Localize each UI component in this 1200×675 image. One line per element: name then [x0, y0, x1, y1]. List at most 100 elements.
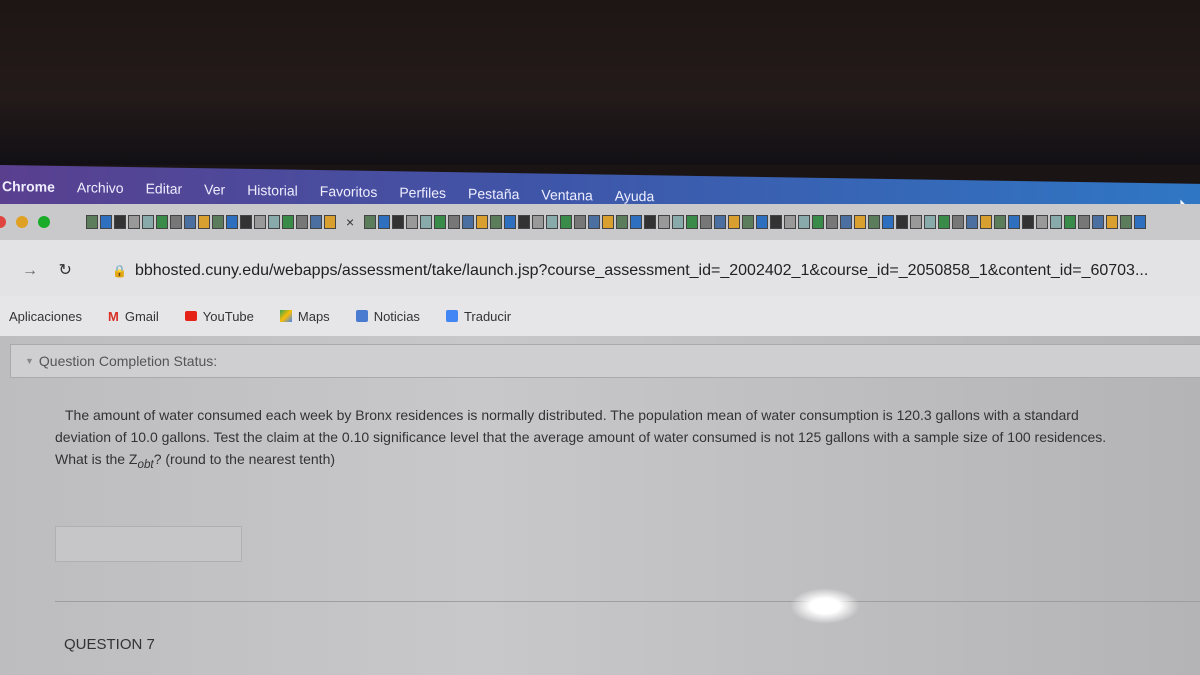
tab-favicon-icon[interactable] [658, 215, 671, 229]
menu-favoritos[interactable]: Favoritos [320, 183, 378, 200]
tab-favicon-icon[interactable] [448, 215, 461, 229]
tab-favicon-icon[interactable] [854, 215, 867, 229]
tab-favicon-icon[interactable] [170, 215, 182, 229]
tab-favicon-icon[interactable] [296, 215, 308, 229]
tab-favicon-icon[interactable] [434, 215, 447, 229]
menu-app-chrome[interactable]: Chrome [2, 178, 55, 195]
tab-favicon-icon[interactable] [1036, 215, 1049, 229]
tab-favicon-icon[interactable] [756, 215, 769, 229]
tab-favicon-icon[interactable] [896, 215, 909, 229]
tab-favicon-icon[interactable] [1078, 215, 1091, 229]
question-completion-status[interactable]: ▼ Question Completion Status: [10, 344, 1200, 378]
tab-favicon-icon[interactable] [994, 215, 1007, 229]
tab-favicon-icon[interactable] [406, 215, 419, 229]
tab-favicon-icon[interactable] [966, 215, 979, 229]
tab-favicon-icon[interactable] [462, 215, 475, 229]
tab-favicon-icon[interactable] [882, 215, 895, 229]
tab-favicon-icon[interactable] [644, 215, 657, 229]
tab-favicon-icon[interactable] [910, 215, 923, 229]
tab-favicon-icon[interactable] [114, 215, 126, 229]
tab-favicon-icon[interactable] [1106, 215, 1119, 229]
tab-favicon-icon[interactable] [784, 215, 797, 229]
tab-favicon-icon[interactable] [1050, 215, 1063, 229]
tab-favicon-icon[interactable] [324, 215, 336, 229]
tab-favicon-icon[interactable] [142, 215, 154, 229]
answer-input[interactable] [55, 526, 242, 562]
tab-favicon-icon[interactable] [100, 215, 112, 229]
menu-ayuda[interactable]: Ayuda [615, 188, 654, 205]
tab-favicon-icon[interactable] [532, 215, 545, 229]
tab-favicon-icon[interactable] [1120, 215, 1133, 229]
tab-favicon-icon[interactable] [826, 215, 839, 229]
tab-favicon-icon[interactable] [700, 215, 713, 229]
menu-ver[interactable]: Ver [204, 181, 225, 197]
tab-favicon-icon[interactable] [602, 215, 615, 229]
tab-favicon-icon[interactable] [672, 215, 685, 229]
tab-favicon-icon[interactable] [1022, 215, 1035, 229]
tab-favicon-icon[interactable] [812, 215, 825, 229]
tab-favicon-icon[interactable] [504, 215, 517, 229]
tab-favicon-icon[interactable] [1134, 215, 1147, 229]
tab-favicon-icon[interactable] [86, 215, 98, 229]
tab-favicon-icon[interactable] [254, 215, 266, 229]
tab-favicon-icon[interactable] [198, 215, 210, 229]
bookmark-gmail[interactable]: M Gmail [108, 309, 159, 324]
tab-favicon-icon[interactable] [128, 215, 140, 229]
minimize-window-button[interactable] [16, 216, 28, 228]
bookmark-youtube[interactable]: YouTube [184, 309, 254, 324]
menu-pestana[interactable]: Pestaña [468, 185, 519, 202]
menu-archivo[interactable]: Archivo [77, 179, 124, 196]
tab-favicon-icon[interactable] [560, 215, 573, 229]
tab-favicon-icon[interactable] [310, 215, 322, 229]
bookmark-maps[interactable]: Maps [279, 309, 330, 324]
tab-favicon-icon[interactable] [282, 215, 294, 229]
tab-favicon-icon[interactable] [490, 215, 503, 229]
tab-favicon-icon[interactable] [742, 215, 755, 229]
address-bar[interactable]: 🔒 bbhosted.cuny.edu/webapps/assessment/ta… [112, 262, 1148, 280]
forward-icon[interactable]: → [22, 262, 38, 279]
tab-favicon-icon[interactable] [1092, 215, 1105, 229]
tab-favicon-icon[interactable] [840, 215, 853, 229]
menu-historial[interactable]: Historial [247, 182, 298, 199]
tab-favicon-icon[interactable] [476, 215, 489, 229]
tab-favicon-icon[interactable] [226, 215, 238, 229]
tab-favicon-icon[interactable] [518, 215, 531, 229]
tab-favicon-icon[interactable] [392, 215, 405, 229]
tab-favicon-icon[interactable] [240, 215, 252, 229]
tab-favicon-icon[interactable] [616, 215, 629, 229]
tab-favicon-icon[interactable] [714, 215, 727, 229]
tab-favicon-icon[interactable] [686, 215, 699, 229]
tab-favicon-icon[interactable] [588, 215, 601, 229]
tab-favicon-icon[interactable] [546, 215, 559, 229]
close-window-button[interactable] [0, 216, 6, 228]
menu-editar[interactable]: Editar [146, 180, 183, 197]
tab-close-icon[interactable]: × [346, 214, 354, 230]
collapse-triangle-icon: ▼ [25, 356, 34, 366]
tab-favicon-icon[interactable] [1064, 215, 1077, 229]
tab-favicon-icon[interactable] [728, 215, 741, 229]
tab-favicon-icon[interactable] [980, 215, 993, 229]
tab-favicon-icon[interactable] [798, 215, 811, 229]
tab-favicon-icon[interactable] [184, 215, 196, 229]
tab-favicon-icon[interactable] [574, 215, 587, 229]
bookmark-traducir[interactable]: Traducir [445, 309, 511, 324]
maximize-window-button[interactable] [38, 216, 50, 228]
tab-favicon-icon[interactable] [770, 215, 783, 229]
bookmark-noticias[interactable]: Noticias [355, 309, 420, 324]
tab-favicon-icon[interactable] [156, 215, 168, 229]
tab-favicon-icon[interactable] [924, 215, 937, 229]
tab-favicon-icon[interactable] [1008, 215, 1021, 229]
tab-favicon-icon[interactable] [420, 215, 433, 229]
menu-ventana[interactable]: Ventana [541, 187, 592, 204]
tab-favicon-icon[interactable] [378, 215, 391, 229]
tab-favicon-icon[interactable] [938, 215, 951, 229]
tab-favicon-icon[interactable] [868, 215, 881, 229]
tab-favicon-icon[interactable] [364, 215, 377, 229]
tab-favicon-icon[interactable] [212, 215, 224, 229]
bookmark-aplicaciones[interactable]: Aplicaciones [9, 309, 82, 324]
tab-favicon-icon[interactable] [952, 215, 965, 229]
tab-favicon-icon[interactable] [268, 215, 280, 229]
menu-perfiles[interactable]: Perfiles [399, 184, 446, 201]
tab-favicon-icon[interactable] [630, 215, 643, 229]
reload-icon[interactable]: ↻ [58, 262, 71, 279]
